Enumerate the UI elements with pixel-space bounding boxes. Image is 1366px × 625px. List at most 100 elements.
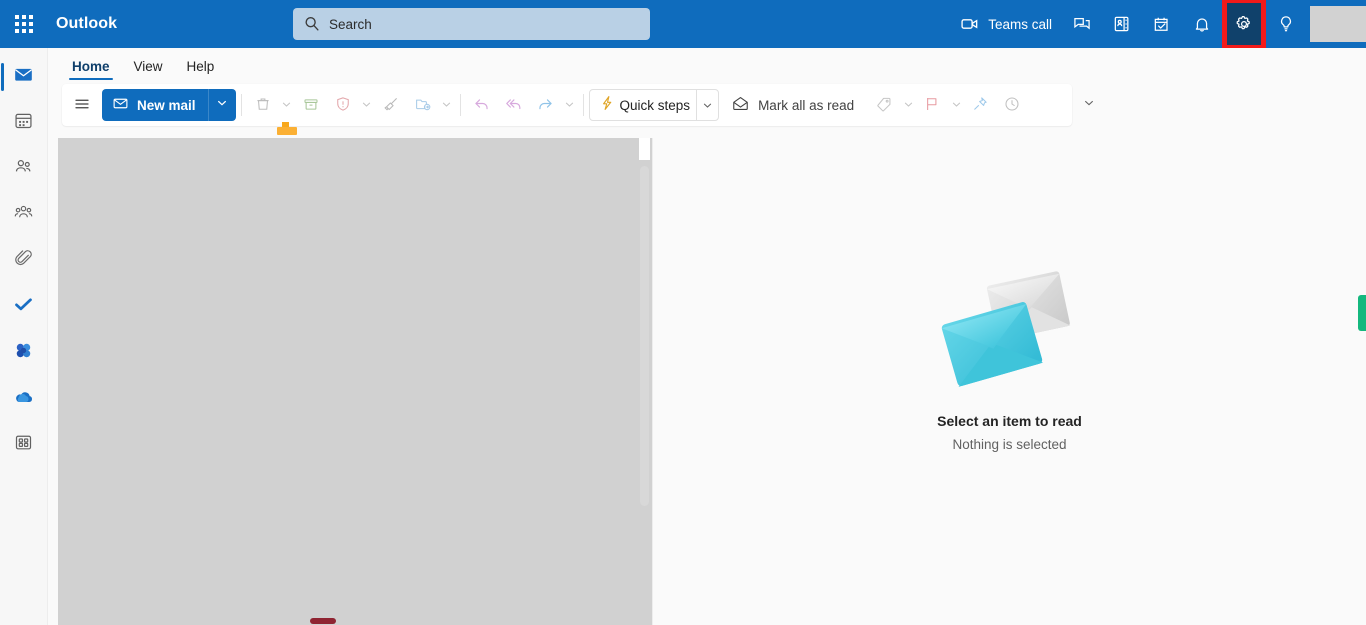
pin-button[interactable] xyxy=(964,89,996,121)
calendar-check-icon xyxy=(1152,14,1172,34)
sidebar-item-apps[interactable] xyxy=(0,422,48,468)
sidebar-item-onedrive[interactable] xyxy=(0,376,48,422)
reply-icon xyxy=(472,94,491,116)
groups-icon xyxy=(13,202,34,228)
mark-all-as-read-button[interactable]: Mark all as read xyxy=(725,89,860,121)
settings-button[interactable] xyxy=(1222,0,1266,48)
notifications-button[interactable] xyxy=(1182,0,1222,48)
reply-all-button[interactable] xyxy=(498,89,530,121)
sidebar-item-groups[interactable] xyxy=(0,192,48,238)
open-envelope-icon xyxy=(731,94,750,116)
ribbon-divider xyxy=(240,94,242,116)
chevron-down-icon xyxy=(216,96,228,114)
snooze-button[interactable] xyxy=(996,89,1028,121)
contact-card-button[interactable] xyxy=(1102,0,1142,48)
quick-steps-label: Quick steps xyxy=(619,97,691,113)
chevron-down-icon xyxy=(281,98,292,113)
top-bar-actions: Teams call xyxy=(954,0,1366,48)
paperclip-icon xyxy=(13,248,34,274)
flag-dropdown-button[interactable] xyxy=(948,89,964,121)
contact-card-icon xyxy=(1112,14,1132,34)
mail-icon xyxy=(13,64,34,90)
move-to-dropdown-button[interactable] xyxy=(439,89,455,121)
empty-state-subtitle: Nothing is selected xyxy=(952,436,1067,452)
sweep-button[interactable] xyxy=(375,89,407,121)
sidebar-item-mail[interactable] xyxy=(0,54,48,100)
ribbon-command-bar: New mail Quick steps Mark all as read xyxy=(62,84,1072,126)
chevron-down-icon xyxy=(564,98,575,113)
empty-state-title: Select an item to read xyxy=(937,412,1082,429)
reading-pane: Select an item to read Nothing is select… xyxy=(653,130,1366,625)
reply-button[interactable] xyxy=(466,89,498,121)
sidebar-item-calendar[interactable] xyxy=(0,100,48,146)
tag-icon xyxy=(875,95,893,116)
move-folder-icon xyxy=(414,95,432,116)
archive-button[interactable] xyxy=(295,89,327,121)
chevron-down-icon xyxy=(903,98,914,113)
apps-grid-icon xyxy=(13,432,34,458)
tab-home[interactable]: Home xyxy=(63,57,119,80)
categorize-button[interactable] xyxy=(868,89,900,121)
reply-all-icon xyxy=(504,94,523,116)
chevron-down-icon xyxy=(951,98,962,113)
tab-help[interactable]: Help xyxy=(178,57,224,80)
ribbon-hamburger-button[interactable] xyxy=(66,89,98,121)
teams-call-label: Teams call xyxy=(988,16,1052,32)
chat-button[interactable] xyxy=(1062,0,1102,48)
tab-help-label: Help xyxy=(186,59,215,74)
cloud-icon xyxy=(13,386,35,413)
forward-button[interactable] xyxy=(530,89,562,121)
people-icon xyxy=(13,156,34,182)
calendar-icon xyxy=(13,110,34,136)
move-to-button[interactable] xyxy=(407,89,439,121)
pin-icon xyxy=(971,95,989,116)
flag-icon xyxy=(923,95,941,116)
chevron-down-icon xyxy=(361,98,372,113)
new-mail-button[interactable]: New mail xyxy=(102,89,208,121)
bell-icon xyxy=(1192,14,1212,34)
chat-icon xyxy=(1072,14,1092,34)
forward-icon xyxy=(536,94,555,116)
message-list-scrollbar-track xyxy=(639,138,650,160)
app-launcher-button[interactable] xyxy=(0,0,48,48)
sidebar-item-to-do[interactable] xyxy=(0,284,48,330)
sidebar-item-loop[interactable] xyxy=(0,330,48,376)
chevron-down-icon xyxy=(1083,96,1095,114)
hamburger-icon xyxy=(73,95,91,116)
message-list-scrollbar[interactable] xyxy=(640,166,649,506)
message-list-pane[interactable] xyxy=(58,138,652,625)
shield-icon xyxy=(334,95,352,116)
lightbulb-icon xyxy=(1276,14,1296,34)
sidebar-item-files[interactable] xyxy=(0,238,48,284)
forward-dropdown-button[interactable] xyxy=(562,89,578,121)
search-icon xyxy=(303,15,321,33)
clock-icon xyxy=(1003,95,1021,116)
left-app-rail xyxy=(0,48,48,625)
teams-call-button[interactable]: Teams call xyxy=(954,0,1062,48)
chevron-down-icon xyxy=(703,103,712,108)
to-do-button[interactable] xyxy=(1142,0,1182,48)
new-mail-label: New mail xyxy=(137,97,196,113)
quick-steps-button[interactable]: Quick steps xyxy=(588,89,720,121)
search-placeholder: Search xyxy=(329,16,372,32)
two-envelopes-illustration xyxy=(920,264,1100,399)
new-mail-dropdown-button[interactable] xyxy=(207,89,236,121)
app-launcher-icon xyxy=(15,15,33,33)
ribbon-tabs: Home View Help xyxy=(48,48,223,80)
sidebar-item-people[interactable] xyxy=(0,146,48,192)
search-box[interactable]: Search xyxy=(293,8,650,40)
tab-view[interactable]: View xyxy=(125,57,172,80)
ribbon-overflow-button[interactable] xyxy=(1078,84,1100,126)
report-dropdown-button[interactable] xyxy=(359,89,375,121)
gear-icon xyxy=(1234,14,1254,34)
flag-button[interactable] xyxy=(916,89,948,121)
delete-button[interactable] xyxy=(247,89,279,121)
delete-dropdown-button[interactable] xyxy=(279,89,295,121)
list-footer-marker xyxy=(310,618,336,624)
tips-button[interactable] xyxy=(1266,0,1306,48)
categorize-dropdown-button[interactable] xyxy=(900,89,916,121)
account-tile[interactable] xyxy=(1310,6,1366,42)
mark-all-as-read-label: Mark all as read xyxy=(758,97,855,113)
report-button[interactable] xyxy=(327,89,359,121)
quick-steps-dropdown-button[interactable] xyxy=(696,89,718,121)
